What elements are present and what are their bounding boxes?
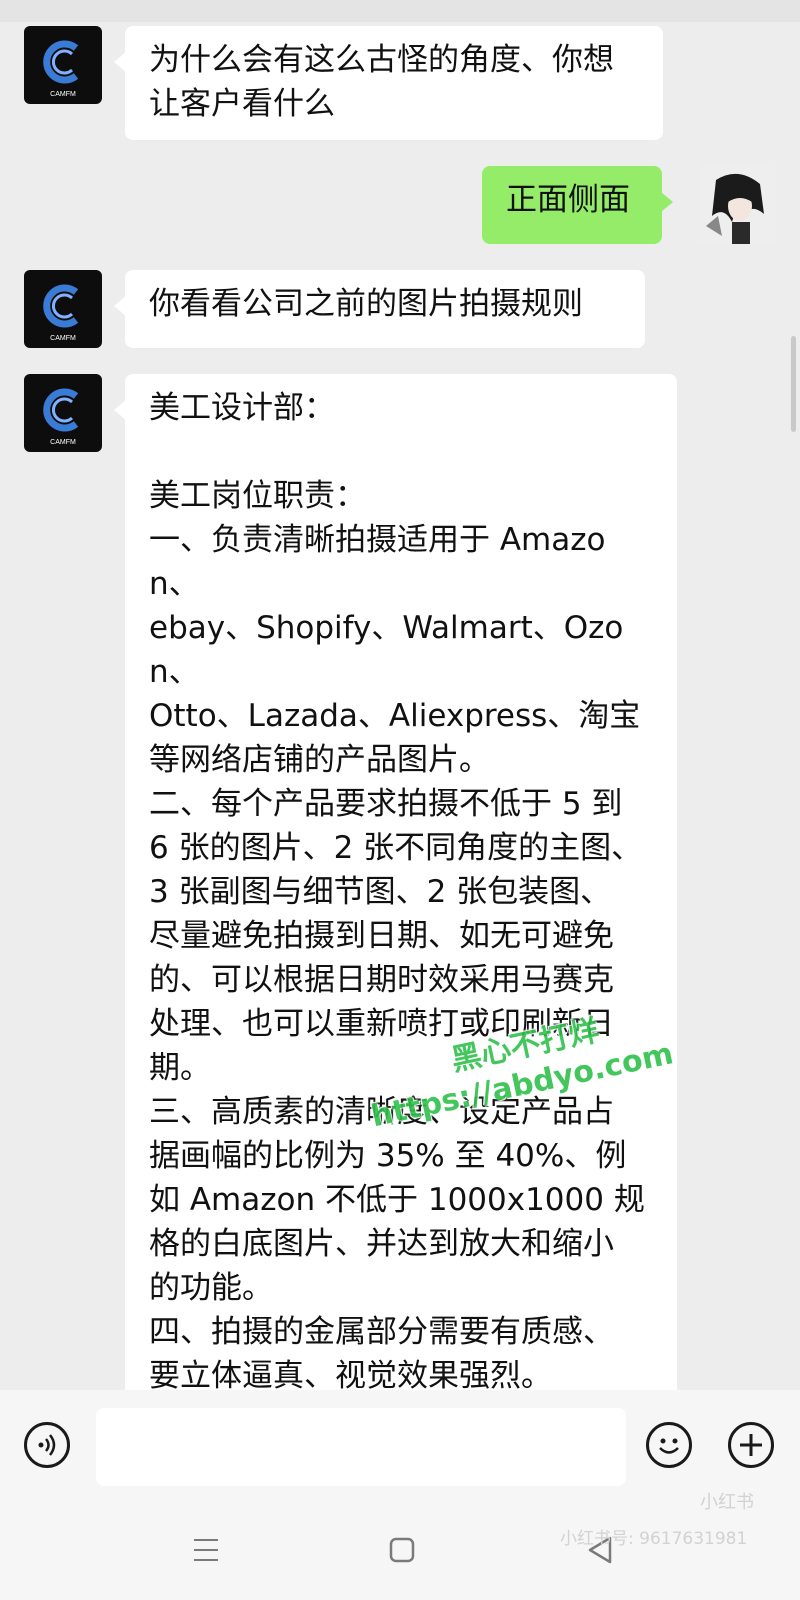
camfm-logo-icon: CAMFM (43, 40, 79, 98)
message-text: 美工设计部： 美工岗位职责： 一、负责清晰拍摄适用于 Amazon、 ebay、… (149, 390, 645, 1390)
message-bubble[interactable]: 美工设计部： 美工岗位职责： 一、负责清晰拍摄适用于 Amazon、 ebay、… (114, 374, 677, 1390)
avatar[interactable] (698, 166, 776, 244)
avatar[interactable]: CAMFM (24, 26, 102, 104)
camfm-logo-icon: CAMFM (43, 284, 79, 342)
avatar[interactable]: CAMFM (24, 270, 102, 348)
chat-top-strip (0, 0, 800, 22)
message-bubble[interactable]: 为什么会有这么古怪的角度、你想 让客户看什么 (114, 26, 663, 140)
emoji-button[interactable] (646, 1422, 692, 1468)
chat-area[interactable]: CAMFM 为什么会有这么古怪的角度、你想 让客户看什么 正面侧面 CAMFM … (0, 0, 800, 1390)
svg-text:CAMFM: CAMFM (50, 335, 76, 342)
menu-icon[interactable] (184, 1528, 228, 1572)
home-icon[interactable] (380, 1528, 424, 1572)
emoji-icon (659, 1438, 679, 1454)
message-input[interactable] (96, 1408, 626, 1486)
user-avatar-icon (698, 166, 776, 244)
message-bubble[interactable]: 正面侧面 (482, 166, 673, 244)
input-bar (0, 1390, 800, 1500)
corner-watermark-id: 小红书号: 9617631981 (560, 1529, 748, 1549)
system-nav-bar: 小红书 小红书号: 9617631981 (0, 1492, 800, 1600)
plus-icon (740, 1434, 762, 1456)
message-text: 为什么会有这么古怪的角度、你想 让客户看什么 (149, 42, 614, 122)
message-text: 你看看公司之前的图片拍摄规则 (149, 286, 583, 322)
svg-text:CAMFM: CAMFM (50, 91, 76, 98)
message-bubble[interactable]: 你看看公司之前的图片拍摄规则 (114, 270, 645, 348)
camfm-logo-icon: CAMFM (43, 388, 79, 446)
corner-watermark-logo: 小红书 (700, 1492, 754, 1513)
voice-button[interactable] (24, 1422, 70, 1468)
message-text: 正面侧面 (506, 182, 630, 218)
avatar[interactable]: CAMFM (24, 374, 102, 452)
svg-text:CAMFM: CAMFM (50, 439, 76, 446)
more-button[interactable] (728, 1422, 774, 1468)
scrollbar[interactable] (791, 336, 796, 432)
voice-icon (38, 1434, 56, 1456)
